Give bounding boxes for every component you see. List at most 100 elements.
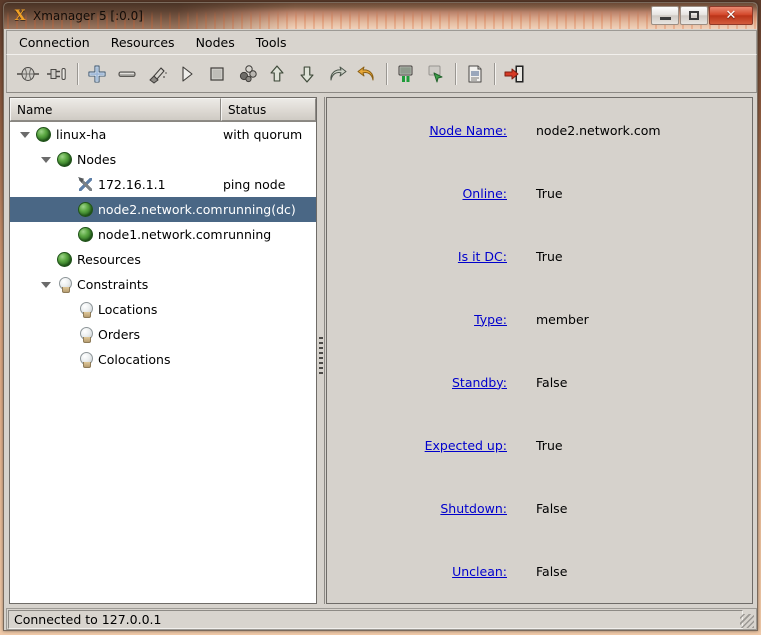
start-play-icon [182,65,193,82]
detail-field-value: False [536,563,568,579]
tree-row[interactable]: Orders [10,322,316,347]
green-ball-icon [78,202,93,217]
tree-row-label: 172.16.1.1 [98,177,166,192]
menu-item-connection[interactable]: Connection [10,32,99,53]
tree-row-label: Orders [98,327,141,342]
disconnect-icon [47,67,66,80]
toolbar-separator-1 [73,62,82,86]
detail-field-label[interactable]: Unclean: [327,564,507,579]
maximize-button[interactable] [680,6,708,25]
bulb-icon [78,327,93,343]
tree-row-label: node2.network.com [98,202,223,217]
resize-grip-icon[interactable] [740,614,754,628]
connect-icon [17,66,39,81]
toolbar-start-button[interactable] [172,59,202,89]
tree-row-label: linux-ha [56,127,107,142]
detail-field-label[interactable]: Expected up: [327,438,507,453]
tree-row[interactable]: Constraints [10,272,316,297]
toolbar-move-down-button[interactable] [292,59,322,89]
tree-row-name-cell: Locations [62,302,158,318]
tree-row[interactable]: node2.network.com running(dc) [10,197,316,222]
detail-field-value: False [536,500,568,516]
splitter-grip-icon [319,337,323,377]
detail-field-label[interactable]: Online: [327,186,507,201]
detail-field-row: Shutdown: False [327,498,752,518]
tools-icon [78,177,93,192]
main-split-area: Name Status linux-ha with quorum Nodes 172.… [6,93,757,608]
detail-field-value: member [536,311,589,327]
toolbar-connect-button[interactable] [13,59,43,89]
tree-row[interactable]: linux-ha with quorum [10,122,316,147]
add-icon [88,64,106,83]
detail-field-label[interactable]: Standby: [327,375,507,390]
detail-field-label[interactable]: Node Name: [327,123,507,138]
detail-field-row: Node Name: node2.network.com [327,120,752,140]
tree-row[interactable]: Nodes [10,147,316,172]
tree-row[interactable]: Locations [10,297,316,322]
toolbar-remove-button[interactable] [112,59,142,89]
toolbar-properties-button[interactable] [460,59,490,89]
tree-rows[interactable]: linux-ha with quorum Nodes 172.16.1.1 ping n… [10,122,316,603]
tree-row[interactable]: Colocations [10,347,316,372]
menu-bar: Connection Resources Nodes Tools [6,30,757,55]
close-button[interactable]: ✕ [709,6,753,25]
tree-row-label: Constraints [77,277,149,292]
chevron-down-icon[interactable] [41,279,52,290]
migrate-icon [239,64,257,82]
menu-item-resources[interactable]: Resources [102,32,184,53]
tree-row-label: Resources [77,252,141,267]
chevron-down-icon[interactable] [20,129,31,140]
toolbar-cleanup-button[interactable] [142,59,172,89]
tree-row-label: Locations [98,302,158,317]
column-header-status[interactable]: Status [221,98,316,121]
green-ball-icon [36,127,51,142]
title-bar: X Xmanager 5 [:0.0] ✕ [4,3,757,29]
green-ball-icon [57,152,72,167]
cluster-tree-panel: Name Status linux-ha with quorum Nodes 172.… [9,97,317,604]
arrow-down-icon [300,65,314,83]
splitter-edge [324,97,325,604]
tree-row[interactable]: 172.16.1.1 ping node [10,172,316,197]
detail-field-label[interactable]: Type: [327,312,507,327]
green-ball-icon [78,227,93,242]
toolbar-node-offline-button[interactable] [421,59,451,89]
toolbar-undo-button[interactable] [352,59,382,89]
toolbar-stop-button[interactable] [202,59,232,89]
detail-field-value: True [536,437,563,453]
close-icon: ✕ [725,8,737,23]
detail-field-label[interactable]: Is it DC: [327,249,507,264]
tree-row-name-cell: Constraints [41,277,149,293]
chevron-down-icon[interactable] [41,154,52,165]
toolbar-node-standby-button[interactable] [391,59,421,89]
toolbar-migrate-button[interactable] [232,59,262,89]
detail-field-label[interactable]: Shutdown: [327,501,507,516]
tree-row[interactable]: Resources [10,247,316,272]
column-header-name[interactable]: Name [10,98,221,121]
bulb-icon [78,352,93,368]
minimize-button[interactable] [651,6,679,25]
toolbar-disconnect-button[interactable] [43,59,73,89]
menu-item-tools[interactable]: Tools [247,32,296,53]
menu-item-nodes[interactable]: Nodes [187,32,244,53]
node-offline-icon [428,65,443,82]
panel-splitter[interactable] [317,97,326,604]
toolbar-exit-button[interactable] [499,59,529,89]
tree-row-name-cell: node2.network.com [62,202,223,217]
toolbar-redo-button[interactable] [322,59,352,89]
tree-row-status: with quorum [223,127,303,142]
tree-row-label: Nodes [77,152,117,167]
toolbar [6,55,757,93]
tree-row[interactable]: node1.network.com running [10,222,316,247]
detail-field-value: False [536,374,568,390]
detail-field-row: Expected up: True [327,435,752,455]
toolbar-separator-2 [382,62,391,86]
toolbar-add-button[interactable] [82,59,112,89]
tree-row-label: node1.network.com [98,227,223,242]
tree-row-name-cell: Nodes [41,152,116,167]
toolbar-move-up-button[interactable] [262,59,292,89]
tree-row-status: running [223,227,272,242]
